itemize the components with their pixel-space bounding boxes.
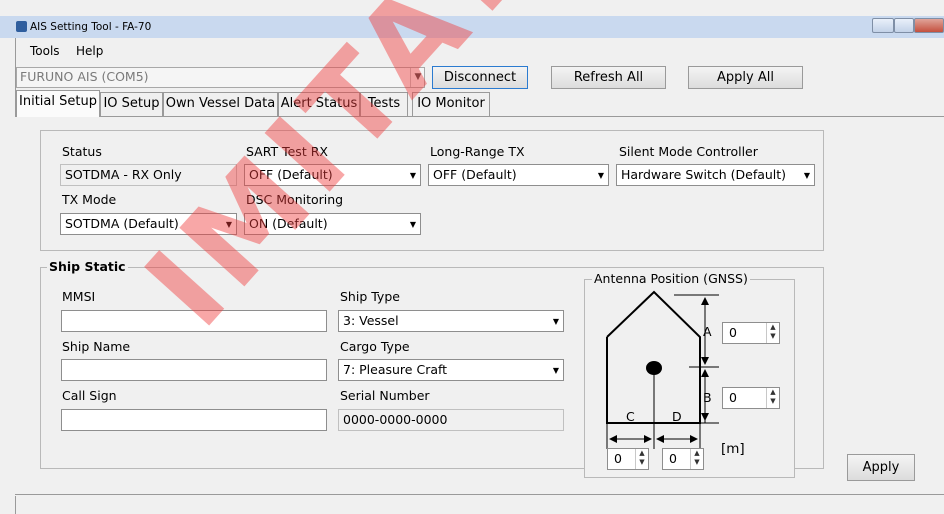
- silent-mode-value: Hardware Switch (Default): [621, 167, 787, 182]
- antenna-a-value: 0: [729, 325, 737, 340]
- apply-button[interactable]: Apply: [847, 454, 915, 481]
- antenna-d-value: 0: [669, 451, 677, 466]
- long-range-tx-value: OFF (Default): [433, 167, 517, 182]
- sart-test-rx-select[interactable]: OFF (Default) ▼: [244, 164, 421, 186]
- menu-bar: [0, 41, 944, 61]
- ship-type-label: Ship Type: [340, 289, 400, 304]
- apply-all-button[interactable]: Apply All: [688, 66, 803, 89]
- menu-tools[interactable]: Tools: [30, 44, 60, 58]
- stepper-arrows-icon[interactable]: ▲ ▼: [690, 449, 703, 469]
- ship-type-select[interactable]: 3: Vessel ▼: [338, 310, 564, 332]
- long-range-tx-select[interactable]: OFF (Default) ▼: [428, 164, 609, 186]
- tab-initial-setup[interactable]: Initial Setup: [16, 90, 100, 117]
- tab-tests[interactable]: Tests: [360, 92, 408, 116]
- ship-name-field[interactable]: [61, 359, 327, 381]
- cargo-type-select[interactable]: 7: Pleasure Craft ▼: [338, 359, 564, 381]
- chevron-down-icon: ▼: [803, 171, 811, 180]
- antenna-b-stepper[interactable]: 0 ▲ ▼: [722, 387, 780, 409]
- dsc-monitoring-label: DSC Monitoring: [246, 192, 344, 207]
- tab-own-vessel-data[interactable]: Own Vessel Data: [163, 92, 278, 116]
- tab-io-monitor[interactable]: IO Monitor: [412, 92, 490, 116]
- cargo-type-label: Cargo Type: [340, 339, 410, 354]
- mmsi-field[interactable]: [61, 310, 327, 332]
- app-icon: [16, 21, 27, 32]
- refresh-all-button[interactable]: Refresh All: [551, 66, 666, 89]
- menu-help[interactable]: Help: [76, 44, 103, 58]
- status-bar-divider: [15, 494, 944, 495]
- dsc-monitoring-value: ON (Default): [249, 216, 328, 231]
- chevron-down-icon: ▼: [552, 317, 560, 326]
- chevron-down-icon: ▼: [597, 171, 605, 180]
- antenna-d-stepper[interactable]: 0 ▲ ▼: [662, 448, 704, 470]
- silent-mode-label: Silent Mode Controller: [619, 144, 758, 159]
- antenna-c-value: 0: [614, 451, 622, 466]
- stepper-arrows-icon[interactable]: ▲ ▼: [766, 323, 779, 343]
- status-value: SOTDMA - RX Only: [60, 164, 237, 186]
- window-title: AIS Setting Tool - FA-70: [30, 21, 152, 33]
- stepper-arrows-icon[interactable]: ▲ ▼: [635, 449, 648, 469]
- antenna-d-label: D: [672, 409, 682, 424]
- chevron-down-icon: ▼: [225, 220, 233, 229]
- minimize-button[interactable]: [872, 18, 894, 33]
- call-sign-label: Call Sign: [62, 388, 117, 403]
- tab-alert-status[interactable]: Alert Status: [278, 92, 360, 116]
- maximize-button[interactable]: [894, 18, 914, 33]
- tx-mode-select[interactable]: SOTDMA (Default) ▼: [60, 213, 237, 235]
- tx-mode-label: TX Mode: [62, 192, 117, 207]
- silent-mode-select[interactable]: Hardware Switch (Default) ▼: [616, 164, 815, 186]
- unit-label: [m]: [721, 441, 745, 457]
- tab-io-setup[interactable]: IO Setup: [100, 92, 163, 116]
- chevron-down-icon: ▼: [409, 171, 417, 180]
- antenna-a-label: A: [703, 324, 712, 339]
- chevron-down-icon: ▼: [552, 366, 560, 375]
- sart-test-rx-value: OFF (Default): [249, 167, 333, 182]
- antenna-b-value: 0: [729, 390, 737, 405]
- chevron-down-icon: ▼: [409, 220, 417, 229]
- ship-static-title: Ship Static: [47, 259, 128, 274]
- serial-number-value: 0000-0000-0000: [338, 409, 564, 431]
- disconnect-button[interactable]: Disconnect: [432, 66, 528, 89]
- antenna-c-stepper[interactable]: 0 ▲ ▼: [607, 448, 649, 470]
- port-select-value: FURUNO AIS (COM5): [20, 69, 149, 84]
- sart-test-rx-label: SART Test RX: [246, 144, 328, 159]
- call-sign-field[interactable]: [61, 409, 327, 431]
- serial-number-label: Serial Number: [340, 388, 430, 403]
- mmsi-label: MMSI: [62, 289, 96, 304]
- dsc-monitoring-select[interactable]: ON (Default) ▼: [244, 213, 421, 235]
- antenna-b-label: B: [703, 390, 712, 405]
- cargo-type-value: 7: Pleasure Craft: [343, 362, 448, 377]
- antenna-a-stepper[interactable]: 0 ▲ ▼: [722, 322, 780, 344]
- antenna-c-label: C: [626, 409, 635, 424]
- stepper-arrows-icon[interactable]: ▲ ▼: [766, 388, 779, 408]
- long-range-tx-label: Long-Range TX: [430, 144, 525, 159]
- tx-mode-value: SOTDMA (Default): [65, 216, 179, 231]
- status-label: Status: [62, 144, 102, 159]
- ship-name-label: Ship Name: [62, 339, 131, 354]
- chevron-down-icon[interactable]: ▼: [410, 68, 425, 87]
- ship-type-value: 3: Vessel: [343, 313, 399, 328]
- close-button[interactable]: [914, 18, 944, 33]
